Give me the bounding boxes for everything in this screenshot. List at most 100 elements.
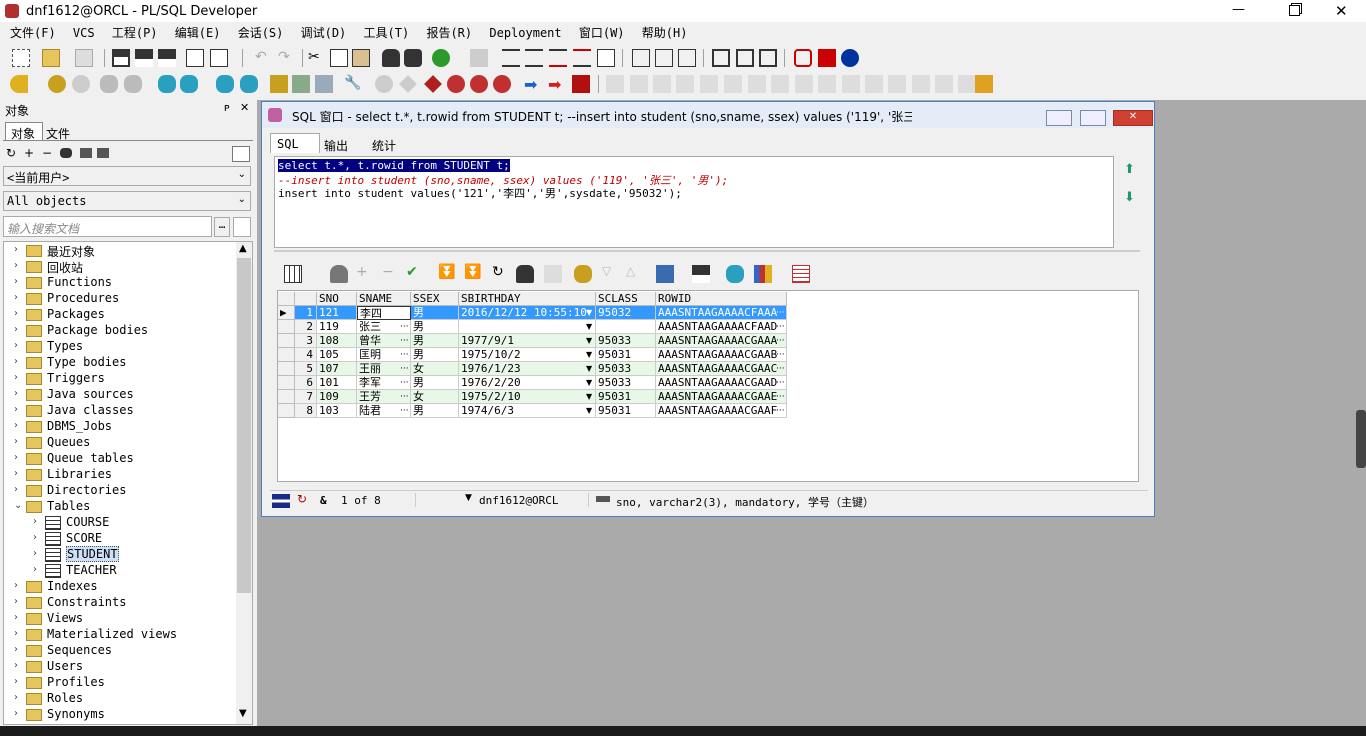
expanded-chevron-icon[interactable]: ⌄ — [14, 500, 24, 511]
table-row[interactable]: ▶ 1 121 李四 ··· 男 2016/12/12 10:55:10 ▼ 95032 AAAS… — [278, 306, 787, 320]
arrow-red-icon[interactable]: ➡ — [548, 75, 566, 94]
minimize-icon[interactable]: — — [1232, 2, 1245, 17]
menu-tools[interactable]: 工具(T) — [364, 22, 410, 44]
beautifier-icon[interactable] — [655, 49, 673, 67]
menu-reports[interactable]: 报告(R) — [426, 22, 472, 44]
step-icon-11[interactable] — [842, 75, 860, 93]
export-grid-icon[interactable] — [726, 265, 744, 283]
find-object-icon[interactable] — [60, 148, 72, 158]
grid-cell[interactable]: AAASNTAAGAAAACGAAF — [656, 404, 787, 418]
tree-item-folder[interactable]: › Indexes — [4, 579, 240, 595]
date-dropdown-icon[interactable]: ▼ — [584, 320, 595, 334]
table-row[interactable]: 2 119 张三 ··· 男 ▼ AAASNTAAGAAAACFAAD ··· — [278, 320, 787, 334]
status-connection[interactable]: dnf1612@ORCL — [479, 494, 558, 507]
link-icon[interactable] — [656, 265, 674, 283]
lock-icon[interactable] — [975, 75, 993, 93]
save-icon[interactable] — [112, 49, 130, 67]
chart-icon[interactable] — [754, 265, 772, 283]
grid-cell[interactable]: 1977/9/1 — [459, 334, 596, 348]
search-box-button[interactable] — [233, 217, 251, 237]
key-icon[interactable] — [10, 75, 28, 93]
grid-cell[interactable]: 108 — [317, 334, 357, 348]
grid-cell[interactable]: 1974/6/3 — [459, 404, 596, 418]
grid-cell[interactable] — [596, 320, 656, 334]
delete-object-icon[interactable]: − — [42, 146, 52, 160]
result-grid[interactable]: SNO SNAME SSEX SBIRTHDAY SCLASS ROWID ▶ 1 121 李四… — [277, 290, 1139, 482]
clear-icon[interactable] — [544, 265, 562, 283]
grid-cell[interactable]: 男 — [411, 320, 459, 334]
new-icon[interactable] — [12, 49, 30, 67]
wrench-icon[interactable]: 🔧 — [344, 75, 362, 93]
tree-item-table[interactable]: › SCORE — [4, 531, 240, 547]
grid-cell[interactable]: 95031 — [596, 404, 656, 418]
report-icon[interactable] — [240, 75, 258, 93]
step-icon-14[interactable] — [912, 75, 930, 93]
tree-item-folder[interactable]: › Functions — [4, 275, 240, 291]
panel-box[interactable] — [232, 146, 250, 162]
collapsed-chevron-icon[interactable]: › — [14, 356, 24, 367]
grid-cell[interactable]: 95033 — [596, 376, 656, 390]
delete-record-icon[interactable]: − — [382, 264, 400, 282]
tree-item-folder[interactable]: › Java sources — [4, 387, 240, 403]
close-icon[interactable]: ✕ — [1335, 2, 1348, 20]
step-icon-7[interactable] — [748, 75, 766, 93]
collapsed-chevron-icon[interactable]: › — [14, 596, 24, 607]
post-icon[interactable]: ✔ — [406, 264, 424, 282]
uncomment-icon[interactable] — [573, 49, 591, 67]
tree-item-folder[interactable]: › DBMS_Jobs — [4, 419, 240, 435]
paste-icon[interactable] — [352, 49, 370, 67]
menu-session[interactable]: 会话(S) — [238, 22, 284, 44]
collapsed-chevron-icon[interactable]: › — [14, 436, 24, 447]
tree-item-folder[interactable]: › Libraries — [4, 467, 240, 483]
collapsed-chevron-icon[interactable]: › — [14, 308, 24, 319]
sql-window-min[interactable] — [1046, 110, 1072, 126]
arrow-right-icon[interactable]: ➡ — [524, 75, 542, 94]
tree-item-folder[interactable]: › Queues — [4, 435, 240, 451]
print-icon[interactable] — [186, 49, 204, 67]
cell-ellipsis-button[interactable]: ··· — [774, 320, 786, 334]
step-icon-16[interactable] — [958, 75, 976, 93]
collapsed-chevron-icon[interactable]: › — [14, 628, 24, 639]
date-dropdown-icon[interactable]: ▼ — [584, 334, 595, 348]
cut-icon[interactable]: ✂ — [308, 49, 326, 67]
collapsed-chevron-icon[interactable]: › — [14, 292, 24, 303]
debug-icon-5[interactable] — [470, 75, 488, 93]
date-dropdown-icon[interactable]: ▼ — [584, 306, 595, 320]
info-icon[interactable] — [841, 49, 859, 67]
rollback-icon[interactable] — [124, 75, 142, 93]
grid-cell[interactable]: 105 — [317, 348, 357, 362]
open-icon[interactable] — [42, 49, 60, 67]
new-object-icon[interactable]: + — [24, 146, 34, 160]
grid-column-header[interactable]: SNAME — [357, 292, 411, 306]
tab-objects[interactable]: 对象 — [5, 122, 43, 141]
collapsed-chevron-icon[interactable]: › — [14, 452, 24, 463]
menu-edit[interactable]: 编辑(E) — [175, 22, 221, 44]
grid-cell[interactable]: 男 — [411, 376, 459, 390]
grid-cell[interactable]: 95033 — [596, 362, 656, 376]
tree-item-table[interactable]: › STUDENT — [4, 546, 240, 563]
tree-item-folder[interactable]: ⌄ Tables — [4, 499, 240, 515]
grid-cell[interactable]: AAASNTAAGAAAACGAAC — [656, 362, 787, 376]
break-icon[interactable] — [72, 75, 90, 93]
debug-icon-6[interactable] — [493, 75, 511, 93]
oracle-icon[interactable] — [794, 49, 812, 67]
grid-cell[interactable]: 109 — [317, 390, 357, 404]
collapsed-chevron-icon[interactable]: › — [14, 692, 24, 703]
date-dropdown-icon[interactable]: ▼ — [584, 404, 595, 418]
collapsed-chevron-icon[interactable]: › — [14, 468, 24, 479]
tree-item-folder[interactable]: › Views — [4, 611, 240, 627]
step-icon-5[interactable] — [700, 75, 718, 93]
filter-edit-icon[interactable] — [97, 148, 109, 158]
explain-plan-icon[interactable] — [678, 49, 696, 67]
debug-icon-1[interactable] — [375, 75, 393, 93]
grid-cell[interactable]: 男 — [411, 404, 459, 418]
user-select[interactable]: <当前用户> ⌄ — [3, 166, 251, 186]
collapsed-chevron-icon[interactable]: › — [14, 580, 24, 591]
debug-icon-3[interactable] — [424, 75, 442, 93]
grid-column-header[interactable]: SCLASS — [596, 292, 656, 306]
undo-icon[interactable]: ↶ — [255, 49, 273, 67]
comment-icon[interactable] — [549, 49, 567, 67]
prev-up-icon[interactable]: △ — [626, 264, 644, 282]
table-row[interactable]: 5 107 王丽 ··· 女 1976/1/23 ▼ 95033 AAASNTAAGAAAACG… — [278, 362, 787, 376]
tree-item-folder[interactable]: › Types — [4, 339, 240, 355]
